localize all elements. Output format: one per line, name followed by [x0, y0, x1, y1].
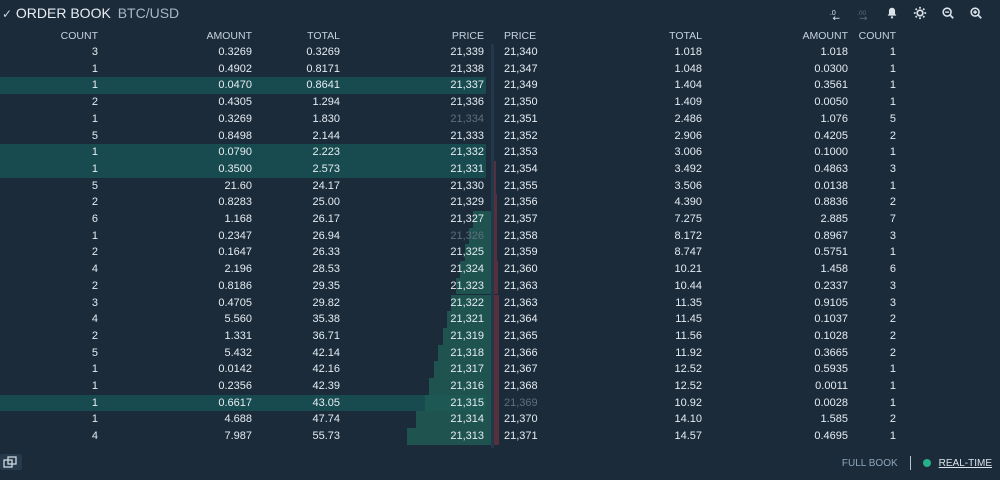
ask-count: 1	[889, 96, 896, 109]
zoom-out-icon	[942, 7, 954, 19]
ask-count: 2	[889, 329, 896, 342]
order-book-row[interactable]: 2 0.4305 1.294 21,336 21,350 1.409 0.0050 1	[0, 94, 1000, 111]
decrease-precision-button[interactable]: .0	[828, 5, 844, 21]
decrease-precision-icon: .0	[830, 10, 840, 20]
ask-count: 3	[889, 279, 896, 292]
ask-count: 2	[889, 196, 896, 209]
order-book-row[interactable]: 5 21.60 24.17 21,330 21,355 3.506 0.0138 1	[0, 177, 1000, 195]
increase-precision-icon: .00	[857, 10, 868, 20]
zoom-in-button[interactable]	[968, 5, 984, 21]
order-book-row[interactable]: 5 5.432 42.14 21,318 21,366 11.92 0.3665 2	[0, 344, 1000, 362]
ask-count: 6	[889, 263, 896, 276]
order-book-row[interactable]: 1 0.3500 2.573 21,331 21,354 3.492 0.4863 3	[0, 160, 1000, 178]
order-book-row[interactable]: 4 7.987 55.73 21,313 21,371 14.57 0.4695 1	[0, 428, 1000, 445]
ask-count: 2	[889, 346, 896, 359]
ask-count: 1	[889, 79, 896, 92]
zoom-in-icon	[970, 7, 982, 19]
order-book-header: ✓ ORDER BOOK BTC/USD .0 .00	[0, 0, 1000, 28]
order-book-row[interactable]: 2 0.8186 29.35 21,323 21,363 10.44 0.2337 3	[0, 277, 1000, 295]
ask-count: 1	[889, 146, 896, 159]
svg-text:.0: .0	[830, 10, 836, 17]
asks-count-header: COUNT	[858, 30, 896, 42]
increase-precision-button[interactable]: .00	[856, 5, 872, 21]
order-book-row[interactable]: 1 0.2347 26.94 21,326 21,358 8.172 0.8967 3	[0, 227, 1000, 245]
bell-icon	[887, 7, 897, 19]
settings-button[interactable]	[912, 5, 928, 21]
realtime-status-dot	[922, 459, 931, 467]
ask-count: 3	[889, 296, 896, 309]
full-book-link[interactable]: FULL BOOK	[842, 458, 898, 469]
order-book-row[interactable]: 4 2.196 28.53 21,324 21,360 10.21 1.458 6	[0, 261, 1000, 278]
ask-count: 1	[889, 380, 896, 392]
order-book-row[interactable]: 1 0.4902 0.8171 21,338 21,347 1.048 0.0300 1	[0, 61, 1000, 78]
ask-count: 2	[889, 413, 896, 426]
order-book-pair: BTC/USD	[117, 5, 180, 21]
ask-count: 1	[889, 46, 896, 58]
ask-count: 3	[889, 162, 896, 175]
order-book-row[interactable]: 1 0.0142 42.16 21,317 21,367 12.52 0.5935 1	[0, 361, 1000, 378]
ask-count: 1	[889, 363, 896, 376]
expand-button[interactable]	[0, 454, 22, 470]
order-book-row[interactable]: 1 0.6617 43.05 21,315 21,369 10.92 0.0028 1	[0, 394, 1000, 412]
ask-count: 5	[889, 112, 896, 125]
order-book-row[interactable]: 1 0.3269 1.830 21,334 21,351 2.486 1.076 5	[0, 111, 1000, 128]
ask-count: 1	[889, 430, 896, 443]
ask-count: 1	[889, 179, 896, 192]
svg-text:.00: .00	[857, 10, 866, 17]
ask-count: 2	[889, 129, 896, 142]
ask-count: 7	[889, 213, 896, 225]
order-book-row[interactable]: 5 0.8498 2.144 21,333 21,352 2.906 0.4205 2	[0, 128, 1000, 145]
alerts-button[interactable]	[884, 5, 900, 21]
order-book-row[interactable]: 1 0.0790 2.223 21,332 21,353 3.006 0.1000 1	[0, 144, 1000, 161]
order-book-title-text: ORDER BOOK	[15, 5, 111, 21]
footer-separator	[909, 456, 911, 470]
order-book-footer: FULL BOOK REAL-TIME	[842, 456, 992, 470]
expand-icon	[3, 456, 17, 468]
order-book-row[interactable]: 3 0.4705 29.82 21,322 21,363 11.35 0.9105 3	[0, 294, 1000, 312]
order-book-row[interactable]: 2 0.8283 25.00 21,329 21,356 4.390 0.8836 2	[0, 194, 1000, 211]
order-book-toolbar: .0 .00	[828, 5, 984, 21]
ask-count: 1	[889, 62, 896, 75]
order-book-row[interactable]: 1 0.2356 42.39 21,316 21,368 12.52 0.0011 1	[0, 378, 1000, 395]
order-book-row[interactable]: 3 0.3269 0.3269 21,339 21,340 1.018 1.018 1	[0, 44, 1000, 61]
ask-count: 2	[889, 313, 896, 326]
gear-icon	[913, 6, 927, 20]
ask-count: 1	[889, 246, 896, 259]
order-book-row[interactable]: 1 0.0470 0.8641 21,337 21,349 1.404 0.3561 1	[0, 77, 1000, 95]
order-book-row[interactable]: 2 0.1647 26.33 21,325 21,359 8.747 0.5751 1	[0, 244, 1000, 262]
order-book-row[interactable]: 4 5.560 35.38 21,321 21,364 11.45 0.1037 2	[0, 311, 1000, 328]
order-book-row[interactable]: 2 1.331 36.71 21,319 21,365 11.56 0.1028 2	[0, 327, 1000, 345]
zoom-out-button[interactable]	[940, 5, 956, 21]
order-book-row[interactable]: 6 1.168 26.17 21,327 21,357 7.275 2.885 7	[0, 211, 1000, 228]
order-book-title[interactable]: ✓ ORDER BOOK BTC/USD	[2, 5, 179, 21]
ask-count: 3	[889, 229, 896, 242]
check-icon: ✓	[2, 7, 13, 21]
order-book-row[interactable]: 1 4.688 47.74 21,314 21,370 14.10 1.585 2	[0, 411, 1000, 429]
realtime-link[interactable]: REAL-TIME	[939, 458, 992, 469]
ask-count: 1	[889, 396, 896, 409]
